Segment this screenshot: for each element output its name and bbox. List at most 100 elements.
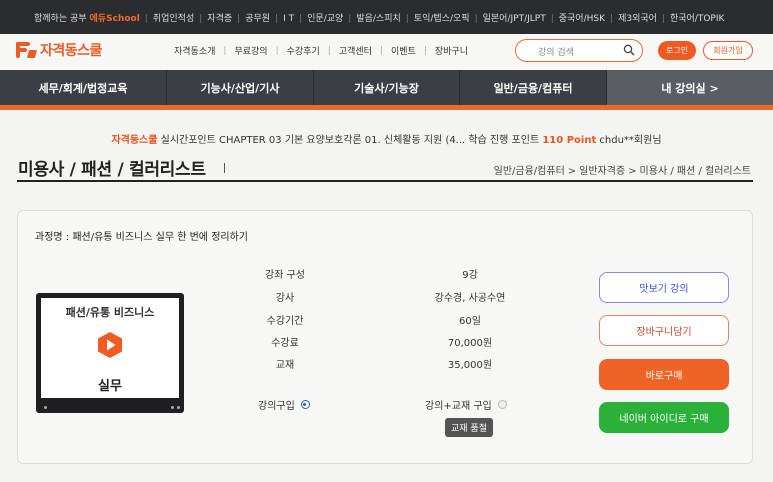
option-lecture-book[interactable]: 강의+교재 구입 (425, 397, 507, 412)
separator: | (348, 13, 352, 24)
nav-item-professional-engineer[interactable]: 기술사/기능장 (314, 70, 460, 105)
preview-lecture-button[interactable]: 맛보기 강의 (599, 272, 729, 303)
info-value: 강수경, 사공수연 (434, 293, 506, 304)
thumbnail-dot (177, 406, 180, 409)
nav-accent-line (0, 105, 773, 110)
separator: | (550, 13, 554, 24)
separator: | (661, 13, 665, 24)
tagline-brand: 에듀School (89, 13, 140, 24)
naver-purchase-button[interactable]: 네이버 아이디로 구매 (599, 402, 729, 433)
top-category-links: | 취업인적성 | 자격증 | 공무원 | I T | 인문/교양 | 발음/스피치 | 토익/텝스/오픽… (140, 11, 725, 24)
breadcrumb-item[interactable]: 일반자격증 (579, 166, 625, 177)
separator: | (275, 45, 279, 56)
separator: | (299, 13, 303, 24)
separator: | (379, 45, 383, 56)
separator: | (474, 13, 478, 24)
course-panel: 과정명 : 패션/유통 비즈니스 실무 한 번에 정리하기 패션/유통 비즈니스… (17, 210, 753, 464)
info-label: 강좌 구성 (265, 270, 305, 281)
top-link[interactable]: 제3외국어 (618, 14, 657, 24)
option-lecture-radio[interactable] (300, 400, 310, 409)
course-name: 과정명 : 패션/유통 비즈니스 실무 한 번에 정리하기 (35, 228, 248, 243)
separator: | (237, 13, 241, 24)
play-icon (98, 332, 122, 358)
tagline-text: 함께하는 공부 (34, 13, 87, 24)
separator: | (275, 13, 279, 24)
separator: | (144, 13, 148, 24)
info-label: 교재 (275, 360, 295, 371)
top-link[interactable]: 일본어/JPT/JLPT (483, 14, 546, 24)
join-button[interactable]: 회원가입 (703, 41, 753, 60)
logo-text: 자격동스쿨 (40, 43, 102, 59)
site-header: 자격동스쿨 자격동소개|무료강의|수강후기|고객센터|이벤트|장바구니 로그인 … (0, 34, 773, 70)
title-divider (224, 163, 225, 173)
nav-item-tax-accounting[interactable]: 세무/회계/법정교육 (0, 70, 167, 105)
site-tagline[interactable]: 함께하는 공부 에듀School (34, 11, 140, 24)
page-title: 미용사 / 패션 / 컬러리스트 (18, 160, 206, 180)
separator: | (405, 13, 409, 24)
nav-my-course[interactable]: 내 강의실 > (607, 70, 773, 105)
option-lecture-book-radio[interactable] (497, 400, 507, 409)
ticker-user: chdu**회원님 (596, 135, 662, 146)
separator: | (423, 45, 427, 56)
thumbnail-screen: 패션/유통 비즈니스 실무 (41, 298, 179, 398)
search-box (515, 39, 643, 63)
info-label: 수강료 (271, 338, 299, 349)
header-menu-item[interactable]: 수강후기 (287, 44, 320, 57)
separator: | (327, 45, 331, 56)
thumbnail-subtitle: 실무 (98, 379, 122, 394)
separator: | (223, 45, 227, 56)
book-soldout-badge: 교재 품절 (445, 418, 493, 437)
top-link[interactable]: 토익/텝스/오픽 (414, 14, 470, 24)
ticker-brand: 자격동스쿨 (111, 135, 158, 146)
top-link[interactable]: 발음/스피치 (356, 14, 400, 24)
header-menu-item[interactable]: 장바구니 (435, 44, 468, 57)
separator: | (199, 13, 203, 24)
info-label: 수강기간 (266, 316, 304, 327)
header-menu-item[interactable]: 무료강의 (234, 44, 267, 57)
breadcrumb-item[interactable]: 일반/금융/컴퓨터 (494, 166, 565, 177)
main-nav: 세무/회계/법정교육 기능사/산업/기사 기술사/기능장 일반/금융/컴퓨터 내… (0, 70, 773, 105)
course-name-value: 패션/유통 비즈니스 실무 한 번에 정리하기 (72, 232, 248, 243)
top-utility-bar: 함께하는 공부 에듀School | 취업인적성 | 자격증 | 공무원 | I T | 인문/교… (0, 0, 773, 34)
top-link[interactable]: 중국어/HSK (559, 14, 605, 24)
logo-mark-icon (16, 41, 38, 59)
course-thumbnail[interactable]: 패션/유통 비즈니스 실무 (36, 293, 184, 413)
thumbnail-dot (44, 406, 47, 409)
info-value: 35,000원 (447, 360, 493, 371)
course-name-label: 과정명 : (35, 232, 73, 243)
top-link[interactable]: 인문/교양 (307, 14, 343, 24)
thumbnail-dot (171, 406, 174, 409)
info-value: 70,000원 (447, 338, 493, 349)
header-menu-item[interactable]: 이벤트 (391, 44, 416, 57)
site-logo[interactable]: 자격동스쿨 (16, 38, 102, 62)
ticker-points: 110 Point (542, 135, 597, 146)
top-link[interactable]: 한국어/TOPIK (670, 14, 724, 24)
breadcrumb-separator: > (567, 166, 577, 177)
search-icon[interactable] (623, 44, 635, 56)
top-link[interactable]: 자격증 (207, 14, 232, 24)
thumbnail-title: 패션/유통 비즈니스 (65, 306, 155, 319)
info-value: 9강 (462, 270, 478, 281)
top-link[interactable]: 공무원 (245, 14, 270, 24)
breadcrumb-separator: > (628, 166, 637, 177)
separator: | (610, 13, 614, 24)
option-lecture[interactable]: 강의구입 (258, 397, 310, 412)
add-to-cart-button[interactable]: 장바구니담기 (599, 315, 729, 346)
breadcrumb-item[interactable]: 미용사 / 패션 / 컬러리스트 (640, 166, 751, 177)
nav-item-general-finance[interactable]: 일반/금융/컴퓨터 (460, 70, 607, 105)
option-lecture-book-label: 강의+교재 구입 (425, 401, 492, 412)
buy-now-button[interactable]: 바로구매 (599, 359, 729, 390)
header-menu-item[interactable]: 자격동소개 (174, 44, 215, 57)
option-lecture-label: 강의구입 (258, 401, 295, 412)
info-value: 60일 (459, 316, 481, 327)
login-button[interactable]: 로그인 (658, 41, 696, 60)
top-link[interactable]: I T (283, 14, 294, 24)
top-link[interactable]: 취업인적성 (153, 14, 194, 24)
title-rule (17, 180, 753, 182)
info-label: 강사 (275, 293, 295, 304)
header-menu: 자격동소개 | 무료강의 | 수강후기 | 고객센터 | 이벤트 | 장바구니 (174, 44, 468, 58)
ticker-text: 실시간포인트 CHAPTER 03 기본 요양보호각론 01. 신체활동 지원 … (157, 135, 543, 146)
header-menu-item[interactable]: 고객센터 (339, 44, 372, 57)
point-ticker: 자격동스쿨 실시간포인트 CHAPTER 03 기본 요양보호각론 01. 신체… (0, 131, 773, 146)
nav-item-technician[interactable]: 기능사/산업/기사 (167, 70, 314, 105)
